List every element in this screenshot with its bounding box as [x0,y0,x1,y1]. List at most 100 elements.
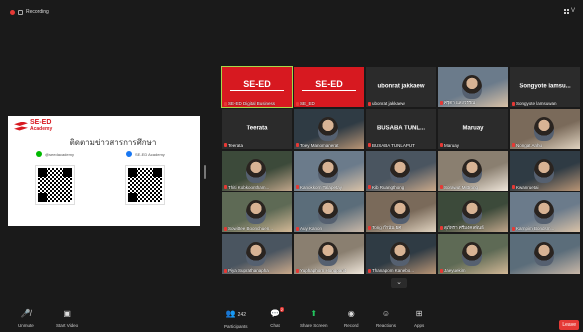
participant-video [390,158,410,183]
participant-name-text: SE-ED Digital Business [228,101,276,106]
split-drag-handle[interactable] [204,165,206,179]
chevron-down-icon[interactable]: ⌄ [391,278,407,288]
muted-microphone-icon [440,143,443,148]
participant-tile[interactable]: Songyote lamsu... Songyote lamsuwan [510,67,580,107]
participant-name-text: Teerata [228,142,244,148]
participant-tile[interactable]: Nongat Anhu [510,108,580,149]
unmute-label: Unmute [18,323,34,328]
participants-icon: 👥 242 [225,309,247,318]
participant-tile[interactable]: Piya Suprathanapha [222,234,292,275]
participants-label: Participants [224,324,248,329]
participant-tile[interactable] [510,234,580,275]
share-screen-button[interactable]: ⬆ Share Screen [300,309,328,328]
participant-tile[interactable]: SE-ED SE-ED Digital Business [221,66,293,108]
start-video-button[interactable]: ▣ Start Video [56,309,78,328]
view-button[interactable]: V [563,8,575,14]
recording-indicator[interactable]: Recording [10,9,49,15]
participant-tile[interactable]: Thanapom Kanebo... [366,234,436,275]
participant-tile[interactable]: Tong กำนัน ยศ [366,192,436,233]
muted-microphone-icon [224,268,227,273]
shared-title: ติดตามข่าวสารการศึกษา [69,138,157,147]
participant-tile[interactable]: Kib Ruangthong [366,150,436,191]
pause-icon[interactable] [18,9,23,15]
participants-button[interactable]: 👥 242 Participants [224,309,248,329]
participant-name-text: Tong กำนัน ยศ [372,225,402,231]
muted-microphone-icon [440,100,443,105]
apps-button[interactable]: ⊞ Apps [414,309,424,328]
se-ed-mark-icon [14,121,28,131]
chat-button[interactable]: 💬 2 Chat [270,307,284,328]
participant-tile[interactable]: Maruay Maruay [438,108,508,149]
participant-center-label: SE-ED [222,79,292,91]
facebook-handle-text: SE-ED Academy [135,151,165,157]
participant-video [318,158,338,183]
participant-tile[interactable]: Sowittee Boonchuen... [222,192,292,233]
muted-microphone-icon [368,225,371,230]
participant-tile[interactable]: SE-ED SE_ED [294,67,364,107]
participant-center-label: ubonrat jakkaew [377,83,425,90]
facebook-icon [126,151,132,157]
participant-tile[interactable]: ubonrat jakkaew ubonrat jakkaew [366,67,436,107]
participant-name: Sorawut Mittrong [440,185,506,190]
participant-name: Kwanruetai [512,185,578,190]
participant-name-text: BUSABA TUNLAPUT [372,142,415,148]
record-button[interactable]: ◉ Record [344,309,359,328]
participant-video [390,200,410,225]
participant-tile[interactable]: Auy Kanon [294,192,364,233]
participant-tile[interactable]: Sorawut Mittrong [438,150,508,191]
muted-microphone-icon [368,268,371,273]
grid-view-icon [563,8,569,14]
participant-name: Songyote lamsuwan [512,101,578,106]
participant-tile[interactable]: สุภัทรา ศรีมงคลพันธ์ [438,192,508,233]
participant-name: Toey Manomanerat [296,143,362,148]
participant-tile[interactable]: Toey Manomanerat [294,108,364,149]
participants-count: 242 [237,312,247,318]
muted-microphone-icon [512,185,515,190]
participant-tile[interactable]: Teerata Teerata [222,108,292,149]
reactions-button[interactable]: ☺ Reactions [376,309,396,328]
apps-icon: ⊞ [415,309,423,318]
unmute-button[interactable]: 🎤̸ Unmute [18,309,34,328]
participant-name-text: Thiti Kobkoontham... [228,184,270,190]
camera-off-icon: ▣ [63,309,71,318]
participant-name: Kib Ruangthong [368,185,434,190]
participant-name-text: Yuphaphorn Hongpanit [300,268,347,274]
participant-tile[interactable]: Thiti Kobkoontham... [222,150,292,191]
muted-microphone-icon [296,226,299,231]
participant-name-text: Kanokkorn Talapetay [300,184,342,190]
shared-screen[interactable]: SE-ED Academy ติดตามข่าวสารการศึกษา @see… [8,116,200,226]
participant-name-text: ubonrat jakkaew [372,101,405,106]
recording-label: Recording [26,9,49,15]
participant-video [318,116,338,141]
leave-button[interactable]: Leave [559,320,579,330]
participant-name: SE_ED [296,101,362,106]
participant-name: Nongat Anhu [512,143,578,148]
participant-tile[interactable]: Karnpim Bondsm... [510,192,580,233]
participant-video [534,158,554,183]
participant-name: Maruay [440,143,506,148]
participant-name: Jaeyuekim [440,268,506,273]
participant-tile[interactable]: Kwanruetai [510,150,580,191]
participant-name: Thiti Kobkoontham... [224,185,290,190]
participant-tile[interactable]: BUSABA TUNL... BUSABA TUNLAPUT [366,108,436,149]
muted-microphone-icon [440,225,443,230]
chat-label: Chat [270,323,280,328]
participant-name-text: Jaeyuekim [444,268,466,274]
participant-tile[interactable]: Yuphaphorn Hongpanit [294,234,364,275]
share-screen-label: Share Screen [300,323,328,328]
participant-name-text: Maruay [444,142,460,148]
participant-name-text: Karnpim Bondsm... [516,226,555,232]
muted-microphone-icon [440,268,443,273]
participant-name: Tong กำนัน ยศ [368,224,434,231]
participant-name-text: ศรุตา แสงวรรณ [444,100,476,105]
participant-name-text: Kib Ruangthong [372,184,405,190]
participant-name: Sowittee Boonchuen... [224,226,290,231]
participant-tile[interactable]: ศรุตา แสงวรรณ [438,67,508,107]
participant-name-text: สุภัทรา ศรีมงคลพันธ์ [444,225,484,231]
participant-name: Kanokkorn Talapetay [296,185,362,190]
muted-microphone-icon [368,101,371,106]
participant-tile[interactable]: Kanokkorn Talapetay [294,150,364,191]
participant-tile[interactable]: Jaeyuekim [438,234,508,275]
participant-name-text: Toey Manomanerat [300,142,339,148]
muted-microphone-icon [512,143,515,148]
